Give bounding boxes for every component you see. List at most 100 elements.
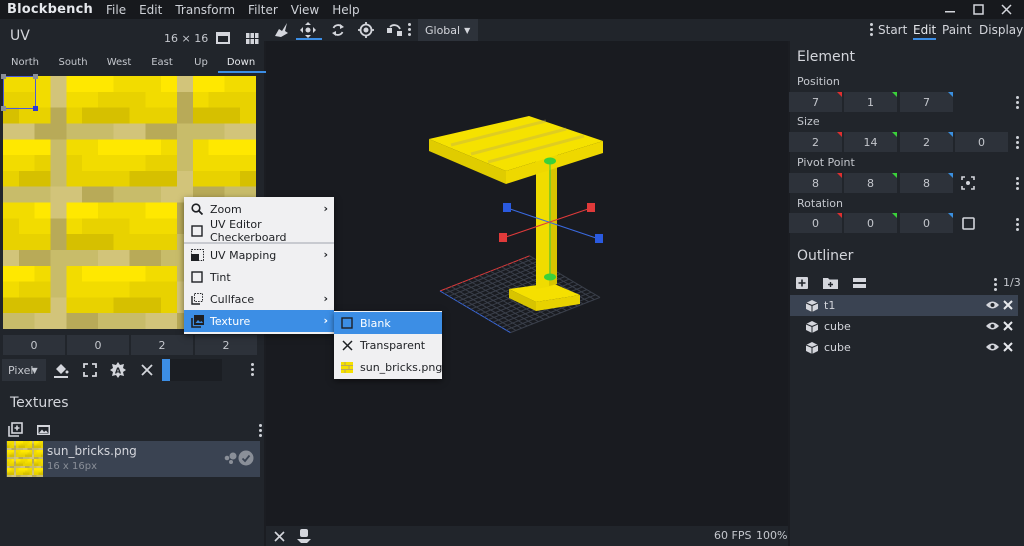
uv-field-u2[interactable]: 2 bbox=[131, 335, 193, 355]
uv-more-menu-icon[interactable] bbox=[251, 363, 254, 378]
submenu-item-blank[interactable]: Blank bbox=[334, 312, 442, 334]
mode-display[interactable]: Display bbox=[979, 23, 1023, 37]
add-group-button[interactable] bbox=[822, 276, 838, 290]
move-tool-button[interactable] bbox=[299, 21, 317, 39]
inflate-field[interactable]: 0 bbox=[955, 132, 1008, 152]
size-more-icon[interactable] bbox=[1016, 136, 1019, 151]
clear-uv-button[interactable] bbox=[138, 360, 156, 380]
delete-icon[interactable] bbox=[1003, 321, 1013, 331]
delete-icon[interactable] bbox=[1003, 342, 1013, 352]
menu-transform[interactable]: Transform bbox=[175, 3, 235, 17]
menu-file[interactable]: File bbox=[106, 3, 126, 17]
ctx-item-uv-mapping[interactable]: UV Mapping › bbox=[184, 244, 334, 266]
add-cube-button[interactable] bbox=[795, 276, 809, 290]
transform-space-select[interactable]: Global ▼ bbox=[418, 19, 478, 41]
outliner-item[interactable]: cube bbox=[790, 316, 1018, 337]
size-x-field[interactable]: 2 bbox=[789, 132, 842, 152]
menu-edit[interactable]: Edit bbox=[139, 3, 162, 17]
texture-pixel bbox=[34, 465, 37, 468]
position-y-field[interactable]: 1 bbox=[844, 92, 897, 112]
add-texture-button[interactable] bbox=[7, 421, 23, 437]
rotation-x-field[interactable]: 0 bbox=[789, 213, 842, 233]
pivot-z-field[interactable]: 8 bbox=[900, 173, 953, 193]
outliner-more-icon[interactable] bbox=[994, 278, 997, 293]
uv-slider[interactable] bbox=[162, 359, 222, 381]
menu-view[interactable]: View bbox=[291, 3, 319, 17]
pivot-more-icon[interactable] bbox=[1016, 177, 1019, 192]
uv-field-v1[interactable]: 0 bbox=[67, 335, 129, 355]
mode-paint[interactable]: Paint bbox=[942, 23, 972, 37]
position-z-field[interactable]: 7 bbox=[900, 92, 953, 112]
rotate-tool-button[interactable] bbox=[329, 21, 347, 39]
delete-icon[interactable] bbox=[1003, 300, 1013, 310]
uv-selection-box[interactable] bbox=[3, 76, 36, 109]
close-window-button[interactable] bbox=[995, 0, 1017, 19]
uv-handle[interactable] bbox=[33, 106, 38, 111]
pivot-x-field[interactable]: 8 bbox=[789, 173, 842, 193]
maximize-uv-button[interactable] bbox=[81, 360, 99, 380]
center-pivot-button[interactable] bbox=[960, 175, 976, 191]
uv-field-v2[interactable]: 2 bbox=[195, 335, 257, 355]
uv-mode-select[interactable]: Pixel ▼ bbox=[2, 359, 46, 381]
face-tab-north[interactable]: North bbox=[3, 57, 47, 68]
position-more-icon[interactable] bbox=[1016, 96, 1019, 111]
reference-model-button[interactable] bbox=[296, 528, 312, 544]
modes-more-icon[interactable] bbox=[870, 23, 873, 38]
uv-fullview-button[interactable] bbox=[215, 30, 231, 46]
size-z-field[interactable]: 2 bbox=[900, 132, 953, 152]
uv-slider-handle[interactable] bbox=[162, 359, 170, 381]
submenu-item-transparent[interactable]: Transparent bbox=[334, 334, 442, 356]
minimize-button[interactable] bbox=[939, 0, 961, 19]
outliner-item[interactable]: cube bbox=[790, 337, 1018, 358]
submenu-item-sun-bricks[interactable]: sun_bricks.png bbox=[334, 356, 442, 378]
particle-icon[interactable] bbox=[223, 451, 237, 465]
auto-uv-button[interactable]: A bbox=[109, 360, 127, 380]
uv-field-u1[interactable]: 0 bbox=[3, 335, 65, 355]
ctx-item-zoom[interactable]: Zoom › bbox=[184, 198, 334, 220]
import-texture-button[interactable] bbox=[36, 422, 52, 438]
resize-tool-button[interactable] bbox=[386, 21, 404, 39]
uv-handle[interactable] bbox=[33, 74, 38, 79]
face-tab-west[interactable]: West bbox=[97, 57, 141, 68]
paint-bucket-button[interactable] bbox=[52, 360, 70, 380]
textures-more-menu-icon[interactable] bbox=[259, 424, 262, 439]
uv-grid-button[interactable] bbox=[244, 30, 260, 46]
face-tab-down[interactable]: Down bbox=[219, 57, 263, 68]
ctx-item-tint[interactable]: Tint bbox=[184, 266, 334, 288]
menu-help[interactable]: Help bbox=[332, 3, 359, 17]
3d-viewport[interactable] bbox=[266, 41, 788, 526]
face-tab-up[interactable]: Up bbox=[179, 57, 223, 68]
eye-icon[interactable] bbox=[986, 321, 999, 331]
ctx-item-texture[interactable]: Texture › bbox=[184, 310, 334, 332]
uv-handle[interactable] bbox=[1, 106, 6, 111]
vertex-snap-button[interactable] bbox=[272, 21, 290, 39]
pivot-y-field[interactable]: 8 bbox=[844, 173, 897, 193]
pivot-tool-button[interactable] bbox=[357, 21, 375, 39]
eye-icon[interactable] bbox=[986, 300, 999, 310]
toolbar-more-icon[interactable] bbox=[408, 23, 411, 38]
mode-start[interactable]: Start bbox=[878, 23, 907, 37]
face-tab-south[interactable]: South bbox=[51, 57, 95, 68]
texture-pixel bbox=[27, 461, 30, 464]
face-tab-east[interactable]: East bbox=[140, 57, 184, 68]
rotation-y-field[interactable]: 0 bbox=[844, 213, 897, 233]
outliner-item[interactable]: t1 bbox=[790, 295, 1018, 316]
menu-filter[interactable]: Filter bbox=[248, 3, 278, 17]
mode-edit[interactable]: Edit bbox=[913, 23, 936, 37]
texture-pixel bbox=[36, 447, 39, 450]
ctx-item-cullface[interactable]: Cullface › bbox=[184, 288, 334, 310]
uv-handle[interactable] bbox=[1, 74, 6, 79]
maximize-button[interactable] bbox=[967, 0, 989, 19]
rotation-more-icon[interactable] bbox=[1016, 218, 1019, 233]
close-viewport-button[interactable] bbox=[271, 528, 287, 544]
ctx-item-checkerboard[interactable]: UV Editor Checkerboard bbox=[184, 218, 334, 244]
rotation-z-field[interactable]: 0 bbox=[900, 213, 953, 233]
position-x-field[interactable]: 7 bbox=[789, 92, 842, 112]
collapse-all-button[interactable] bbox=[851, 276, 867, 290]
rescale-toggle[interactable] bbox=[960, 215, 976, 231]
viewport-scene[interactable] bbox=[266, 41, 788, 526]
eye-icon[interactable] bbox=[986, 342, 999, 352]
check-circle-icon[interactable] bbox=[238, 450, 254, 466]
texture-list-item[interactable]: sun_bricks.png 16 x 16px bbox=[6, 441, 260, 477]
size-y-field[interactable]: 14 bbox=[844, 132, 897, 152]
